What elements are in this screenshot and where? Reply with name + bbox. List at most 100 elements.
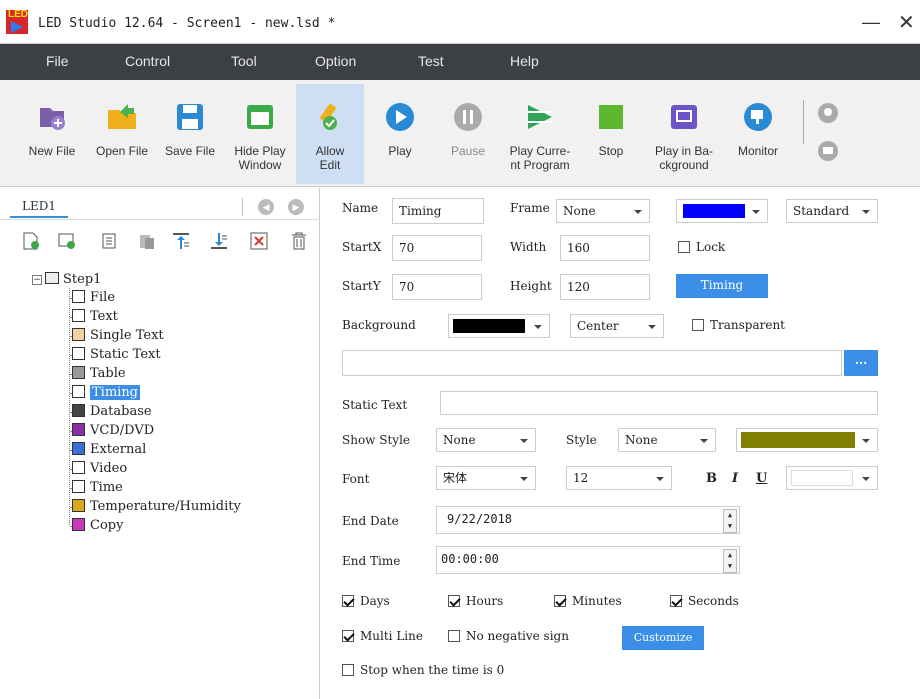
style-color-select[interactable]	[736, 428, 878, 452]
height-label: Height	[510, 279, 552, 293]
startx-input[interactable]: 70	[392, 235, 482, 261]
tree-item-time[interactable]: Time	[72, 479, 123, 497]
startx-label: StartX	[342, 240, 382, 254]
nav-prev-icon[interactable]: ◀	[258, 199, 274, 215]
paste-item-icon[interactable]	[138, 232, 156, 250]
end-date-spinner[interactable]: ▲ ▼	[723, 509, 737, 533]
add-area-icon[interactable]	[58, 232, 76, 250]
static-text-icon	[72, 347, 85, 360]
play-current-program-button[interactable]: Play Curre- nt Program	[502, 84, 578, 184]
timing-button[interactable]: Timing	[676, 274, 768, 298]
transparent-checkbox[interactable]: Transparent	[692, 318, 785, 332]
tree-root-step1[interactable]: − Step1	[32, 272, 101, 287]
font-size-select[interactable]: 12	[566, 466, 672, 490]
bold-button[interactable]: B	[706, 471, 717, 486]
width-label: Width	[510, 240, 547, 254]
end-time-input[interactable]: 00:00:00 ▲ ▼	[436, 546, 740, 574]
tree-item-timing[interactable]: Timing	[72, 384, 141, 402]
frame-select[interactable]: None	[556, 199, 650, 223]
menu-file[interactable]: File	[46, 53, 69, 69]
align-select[interactable]: Center	[570, 314, 664, 338]
play-background-button[interactable]: Play in Ba- ckground	[645, 84, 723, 184]
customize-button[interactable]: Customize	[622, 626, 704, 650]
collapse-icon[interactable]: −	[32, 275, 42, 285]
font-select[interactable]: 宋体	[436, 466, 536, 490]
save-file-button[interactable]: Save File	[158, 84, 222, 184]
stop-at-zero-checkbox[interactable]: Stop when the time is 0	[342, 663, 504, 677]
minutes-checkbox[interactable]: Minutes	[554, 594, 622, 608]
add-program-icon[interactable]	[22, 232, 40, 250]
browse-button[interactable]: ···	[844, 350, 878, 376]
underline-button[interactable]: U	[756, 471, 767, 486]
style-label: Style	[566, 433, 597, 447]
tab-led1[interactable]: LED1	[10, 196, 68, 218]
seconds-check-box	[670, 595, 682, 607]
style-select[interactable]: None	[618, 428, 716, 452]
move-up-icon[interactable]	[172, 232, 190, 250]
tree-item-vcd-dvd[interactable]: VCD/DVD	[72, 422, 154, 440]
tree-item-file[interactable]: File	[72, 289, 115, 307]
tree-item-copy[interactable]: Copy	[72, 517, 123, 535]
pause-button[interactable]: Pause	[436, 84, 500, 184]
open-file-button[interactable]: Open File	[88, 84, 156, 184]
italic-button[interactable]: I	[732, 471, 738, 486]
tree-item-static-text[interactable]: Static Text	[72, 346, 161, 364]
show-style-select[interactable]: None	[436, 428, 536, 452]
text-icon	[72, 309, 85, 322]
hide-play-window-button[interactable]: Hide Play Window	[226, 84, 294, 184]
height-input[interactable]: 120	[560, 274, 650, 300]
menu-help[interactable]: Help	[510, 53, 539, 69]
multi-line-checkbox[interactable]: Multi Line	[342, 629, 423, 643]
play-button[interactable]: Play	[368, 84, 432, 184]
tree-item-single-text[interactable]: Single Text	[72, 327, 164, 345]
frame-color-select[interactable]	[676, 199, 768, 223]
days-checkbox[interactable]: Days	[342, 594, 390, 608]
background-color-select[interactable]	[448, 314, 550, 338]
table-icon	[72, 366, 85, 379]
tree-item-text[interactable]: Text	[72, 308, 118, 326]
status-icon-2[interactable]	[817, 140, 839, 162]
end-date-input[interactable]: 9/22/2018 ▲ ▼	[436, 506, 740, 534]
standard-select[interactable]: Standard	[786, 199, 878, 223]
seconds-checkbox[interactable]: Seconds	[670, 594, 739, 608]
no-negative-sign-checkbox[interactable]: No negative sign	[448, 629, 569, 643]
hours-checkbox[interactable]: Hours	[448, 594, 503, 608]
lock-checkbox[interactable]: Lock	[678, 240, 725, 254]
static-text-input[interactable]	[440, 391, 878, 415]
app-logo-icon: LED	[6, 9, 28, 34]
starty-input[interactable]: 70	[392, 274, 482, 300]
minimize-button[interactable]: —	[862, 12, 880, 33]
multi-line-check-box	[342, 630, 354, 642]
spin-down-icon[interactable]: ▼	[724, 561, 736, 572]
end-time-spinner[interactable]: ▲ ▼	[723, 549, 737, 573]
tree-item-temperature-humidity[interactable]: Temperature/Humidity	[72, 498, 241, 516]
monitor-button[interactable]: Monitor	[728, 84, 788, 184]
name-input[interactable]: Timing	[392, 198, 484, 224]
stop-button[interactable]: Stop	[584, 84, 638, 184]
tree-item-external[interactable]: External	[72, 441, 146, 459]
font-color-select[interactable]	[786, 466, 878, 490]
menu-tool[interactable]: Tool	[231, 53, 257, 69]
file-path-input[interactable]	[342, 350, 842, 376]
width-input[interactable]: 160	[560, 235, 650, 261]
copy-item-icon[interactable]	[100, 232, 118, 250]
spin-up-icon[interactable]: ▲	[724, 550, 736, 561]
close-button[interactable]: ✕	[898, 10, 915, 35]
nav-next-icon[interactable]: ▶	[288, 199, 304, 215]
new-file-button[interactable]: New File	[20, 84, 84, 184]
menu-option[interactable]: Option	[315, 53, 356, 69]
menu-control[interactable]: Control	[125, 53, 170, 69]
tree-item-database[interactable]: Database	[72, 403, 152, 421]
font-color-swatch	[791, 470, 853, 486]
move-down-icon[interactable]	[210, 232, 228, 250]
tree-item-video[interactable]: Video	[72, 460, 127, 478]
spin-down-icon[interactable]: ▼	[724, 521, 736, 532]
delete-item-icon[interactable]	[250, 232, 268, 250]
allow-edit-button[interactable]: Allow Edit	[296, 84, 364, 184]
trash-icon[interactable]	[290, 232, 308, 250]
status-icon-1[interactable]	[817, 102, 839, 124]
end-time-label: End Time	[342, 554, 401, 568]
menu-test[interactable]: Test	[418, 53, 444, 69]
spin-up-icon[interactable]: ▲	[724, 510, 736, 521]
tree-item-table[interactable]: Table	[72, 365, 126, 383]
